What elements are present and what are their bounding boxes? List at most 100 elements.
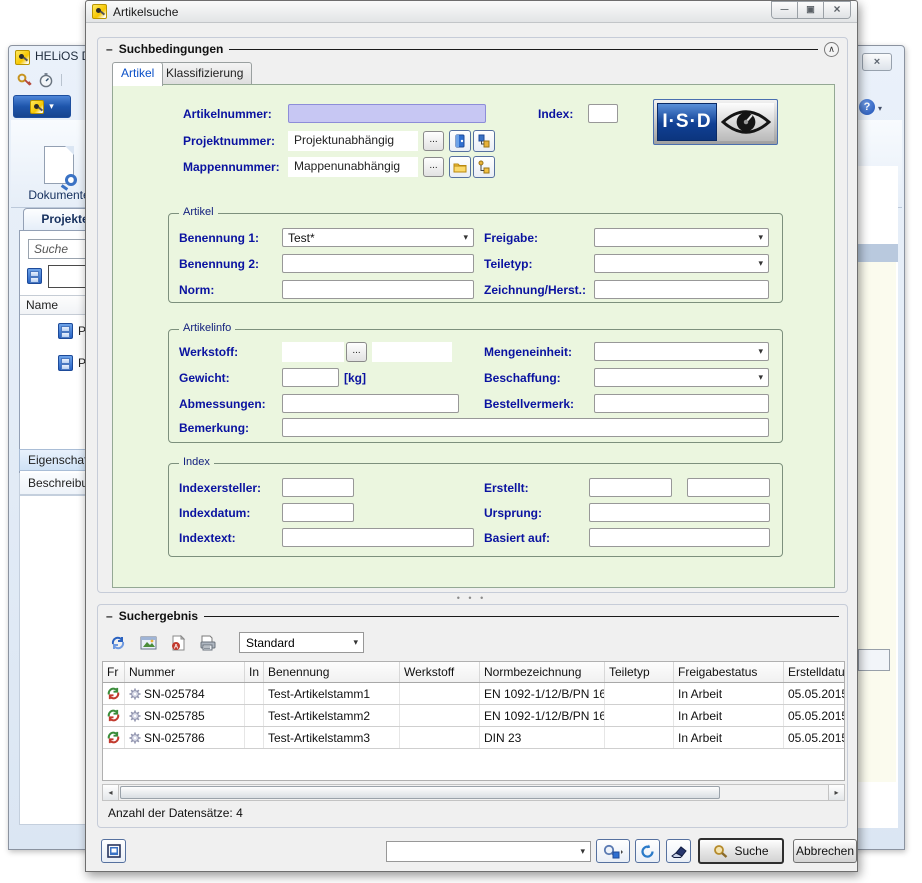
scroll-right-arrow[interactable]: ▸ — [828, 785, 844, 800]
key-icon[interactable] — [17, 72, 33, 93]
horizontal-scrollbar[interactable]: ◂ ▸ — [102, 784, 845, 801]
splitter-handle[interactable] — [86, 593, 857, 603]
mengeneinheit-combo[interactable] — [594, 342, 769, 361]
index-input[interactable] — [588, 104, 618, 123]
gewicht-input[interactable] — [282, 368, 339, 387]
stopwatch-icon[interactable] — [38, 72, 54, 93]
mappennummer-value[interactable]: Mappenunabhängig — [288, 157, 418, 177]
basiert-input[interactable] — [589, 528, 770, 547]
tab-artikel[interactable]: Artikel — [112, 62, 163, 86]
right-dock-tabband — [855, 244, 898, 262]
projekt-browse-button[interactable]: ... — [423, 131, 444, 151]
refresh-results-button[interactable] — [106, 631, 130, 655]
refresh-search-button[interactable] — [635, 839, 660, 863]
collapse-dash-icon — [106, 40, 113, 58]
projektnummer-value[interactable]: Projektunabhängig — [288, 131, 418, 151]
werkstoff-name-field[interactable] — [372, 342, 452, 362]
application-menu-button[interactable] — [13, 95, 71, 118]
erstellt-von-input[interactable] — [589, 478, 672, 497]
suche-button[interactable]: Suche — [698, 838, 784, 864]
bemerkung-input[interactable] — [282, 418, 769, 437]
dialog-display-toggle-button[interactable] — [101, 839, 126, 863]
save-search-button[interactable] — [596, 839, 630, 863]
benennung2-label: Benennung 2: — [179, 257, 259, 271]
part-gear-icon — [129, 732, 141, 744]
indextext-input[interactable] — [282, 528, 474, 547]
bestellvermerk-input[interactable] — [594, 394, 769, 413]
abmessungen-input[interactable] — [282, 394, 459, 413]
tab-klassifizierung[interactable]: Klassifizierung — [157, 62, 252, 84]
col-freigabestatus[interactable]: Freigabestatus — [674, 662, 784, 682]
project-tree-item[interactable]: P — [58, 323, 86, 339]
artikelnummer-input[interactable] — [288, 104, 486, 123]
results-table-header[interactable]: Fr Nummer In Benennung Werkstoff Normbez… — [103, 662, 844, 683]
projekt-structure-button[interactable] — [473, 130, 495, 152]
werkstoff-browse-button[interactable]: ... — [346, 342, 367, 362]
norm-input[interactable] — [282, 280, 474, 299]
erstellt-datum-input[interactable] — [687, 478, 770, 497]
help-button[interactable] — [859, 98, 882, 116]
suchergebnis-header: Suchergebnis — [106, 607, 839, 625]
print-button[interactable] — [196, 631, 220, 655]
result-preset-combo[interactable]: Standard — [239, 632, 364, 653]
werkstoff-cell — [400, 705, 480, 726]
col-nummer[interactable]: Nummer — [125, 662, 245, 682]
maximize-button[interactable] — [798, 2, 824, 18]
col-in[interactable]: In — [245, 662, 264, 682]
dokumente-label: Dokumente — [28, 188, 89, 202]
background-close-button[interactable] — [862, 53, 892, 71]
update-status-icon — [107, 687, 120, 700]
indexersteller-input[interactable] — [282, 478, 354, 497]
benennung1-combo[interactable]: Test* — [282, 228, 474, 247]
teiletyp-combo[interactable] — [594, 254, 769, 273]
suchergebnis-label: Suchergebnis — [119, 609, 198, 623]
server-icon — [27, 268, 42, 284]
ursprung-input[interactable] — [589, 503, 770, 522]
col-normbezeichnung[interactable]: Normbezeichnung — [480, 662, 605, 682]
close-button[interactable] — [824, 2, 850, 18]
table-row[interactable]: SN-025784 Test-Artikelstamm1 EN 1092-1/1… — [103, 683, 844, 705]
right-panel-tab[interactable] — [858, 649, 890, 671]
index-label: Index: — [538, 107, 573, 121]
suchbedingungen-header: Suchbedingungen — [106, 40, 839, 58]
indexdatum-input[interactable] — [282, 503, 354, 522]
freigabe-cell: In Arbeit — [674, 705, 784, 726]
project-tree-item[interactable]: P — [58, 355, 86, 371]
scroll-left-arrow[interactable]: ◂ — [103, 785, 119, 800]
results-table: Fr Nummer In Benennung Werkstoff Normbez… — [102, 661, 845, 781]
bestellvermerk-label: Bestellvermerk: — [484, 397, 574, 411]
col-fr[interactable]: Fr — [103, 662, 125, 682]
dialog-titlebar[interactable]: Artikelsuche — [86, 1, 857, 23]
collapse-button[interactable] — [824, 42, 839, 57]
clear-form-button[interactable] — [666, 839, 691, 863]
mappen-structure-button[interactable] — [473, 156, 495, 178]
projekt-select-button[interactable] — [449, 130, 471, 152]
ursprung-label: Ursprung: — [484, 506, 542, 520]
col-teiletyp[interactable]: Teiletyp — [605, 662, 674, 682]
abbrechen-button[interactable]: Abbrechen — [793, 839, 857, 863]
basiert-label: Basiert auf: — [484, 531, 550, 545]
mappen-browse-button[interactable]: ... — [423, 157, 444, 177]
minimize-button[interactable] — [772, 2, 798, 18]
help-icon — [859, 99, 875, 115]
col-benennung[interactable]: Benennung — [264, 662, 400, 682]
document-search-icon — [44, 146, 74, 184]
table-row[interactable]: SN-025786 Test-Artikelstamm3 DIN 23 In A… — [103, 727, 844, 749]
scrollbar-thumb[interactable] — [120, 786, 720, 799]
beschaffung-combo[interactable] — [594, 368, 769, 387]
benennung-cell: Test-Artikelstamm3 — [264, 727, 400, 748]
export-view-button[interactable] — [136, 631, 160, 655]
svg-text:A: A — [173, 644, 178, 650]
werkstoff-id-field[interactable] — [282, 342, 344, 362]
table-row[interactable]: SN-025785 Test-Artikelstamm2 EN 1092-1/1… — [103, 705, 844, 727]
zeichnung-input[interactable] — [594, 280, 769, 299]
freigabe-combo[interactable] — [594, 228, 769, 247]
saved-search-combo[interactable] — [386, 841, 591, 862]
mappen-folder-button[interactable] — [449, 156, 471, 178]
artikelinfo-fieldset: Artikelinfo Werkstoff: ... Mengeneinheit… — [168, 329, 783, 443]
col-erstelldatum[interactable]: Erstelldatu — [784, 662, 844, 682]
col-werkstoff[interactable]: Werkstoff — [400, 662, 480, 682]
datum-cell: 05.05.2015 — [784, 705, 844, 726]
benennung2-input[interactable] — [282, 254, 474, 273]
export-pdf-button[interactable]: A — [166, 631, 190, 655]
